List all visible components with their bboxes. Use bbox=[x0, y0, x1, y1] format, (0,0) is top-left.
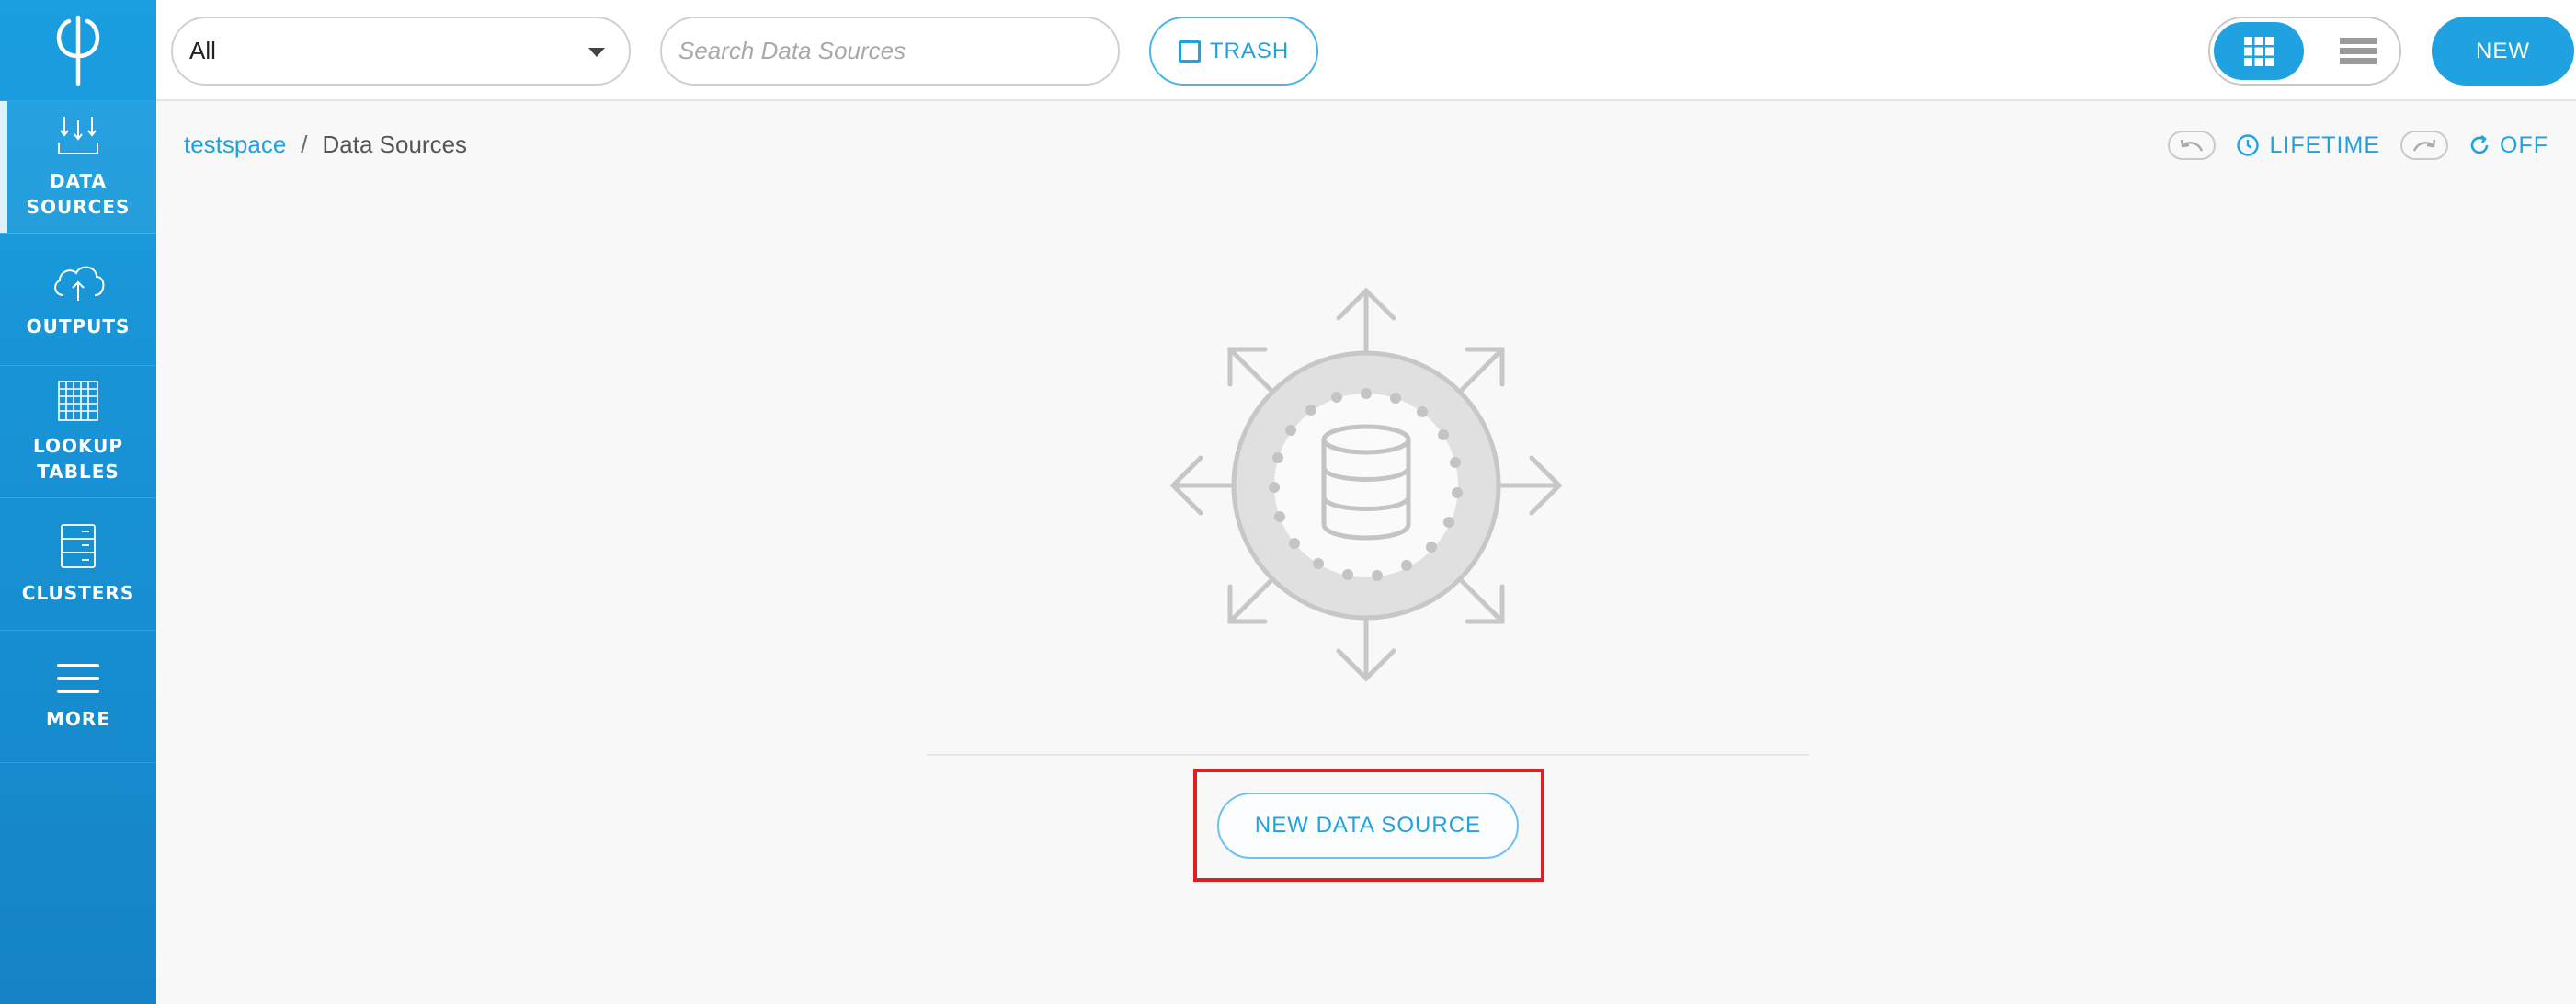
auto-refresh-label: OFF bbox=[2500, 131, 2548, 158]
type-filter-select[interactable]: All bbox=[171, 17, 631, 86]
undo-icon bbox=[2181, 139, 2204, 152]
refresh-icon bbox=[2470, 134, 2489, 154]
sidebar-item-label: CLUSTERS bbox=[21, 581, 135, 604]
app-logo[interactable] bbox=[0, 0, 156, 101]
trash-label: TRASH bbox=[1209, 38, 1290, 63]
grid-view-button[interactable] bbox=[2214, 22, 2304, 80]
filter-selected-value: All bbox=[189, 37, 216, 64]
clock-icon bbox=[2237, 134, 2260, 156]
sidebar-item-data-sources[interactable]: DATA SOURCES bbox=[0, 101, 156, 234]
sidebar: DATA SOURCES OUTPUTS LOOKUP TABLES CLUST… bbox=[0, 0, 156, 1004]
undo-button[interactable] bbox=[2168, 131, 2217, 160]
phi-logo-icon bbox=[56, 15, 100, 86]
data-source-hub-icon bbox=[1169, 287, 1563, 682]
breadcrumb-workspace-link[interactable]: testspace bbox=[184, 131, 286, 159]
sidebar-item-more[interactable]: MORE bbox=[0, 631, 156, 763]
redo-button[interactable] bbox=[2400, 131, 2448, 160]
hamburger-menu-icon bbox=[57, 663, 99, 693]
sidebar-item-clusters[interactable]: CLUSTERS bbox=[0, 498, 156, 631]
breadcrumb-separator: / bbox=[301, 131, 308, 158]
trash-button[interactable]: TRASH bbox=[1149, 17, 1318, 86]
grid-icon bbox=[2244, 36, 2274, 66]
divider bbox=[927, 754, 1809, 756]
lifetime-button[interactable]: LIFETIME bbox=[2236, 132, 2380, 159]
sidebar-item-label: MORE bbox=[46, 707, 110, 730]
sidebar-item-lookup-tables[interactable]: LOOKUP TABLES bbox=[0, 366, 156, 498]
redo-icon bbox=[2412, 139, 2436, 152]
auto-refresh-button[interactable]: OFF bbox=[2468, 132, 2548, 159]
sidebar-item-label: OUTPUTS bbox=[26, 314, 131, 337]
breadcrumb: testspace / Data Sources bbox=[184, 131, 467, 159]
top-toolbar: All TRASH NEW bbox=[156, 0, 2576, 101]
list-icon bbox=[2340, 37, 2377, 64]
view-toggle bbox=[2208, 17, 2401, 86]
list-view-button[interactable] bbox=[2319, 22, 2398, 80]
cloud-upload-icon bbox=[54, 266, 105, 301]
lifetime-label: LIFETIME bbox=[2269, 131, 2380, 158]
breadcrumb-current: Data Sources bbox=[322, 131, 468, 158]
new-button[interactable]: NEW bbox=[2432, 17, 2574, 86]
empty-state-illustration bbox=[1164, 283, 1568, 692]
data-sources-icon bbox=[58, 116, 98, 154]
search-input[interactable] bbox=[660, 17, 1120, 86]
server-rack-icon bbox=[61, 523, 96, 568]
sidebar-item-label: LOOKUP TABLES bbox=[32, 434, 124, 483]
checkbox-icon bbox=[1178, 40, 1201, 63]
sidebar-item-label: DATA SOURCES bbox=[26, 169, 131, 218]
new-data-source-button[interactable]: NEW DATA SOURCE bbox=[1217, 793, 1519, 859]
grid-table-icon bbox=[58, 380, 98, 421]
chevron-down-icon bbox=[588, 48, 605, 57]
sidebar-item-outputs[interactable]: OUTPUTS bbox=[0, 234, 156, 366]
history-controls: LIFETIME OFF bbox=[2168, 131, 2548, 160]
